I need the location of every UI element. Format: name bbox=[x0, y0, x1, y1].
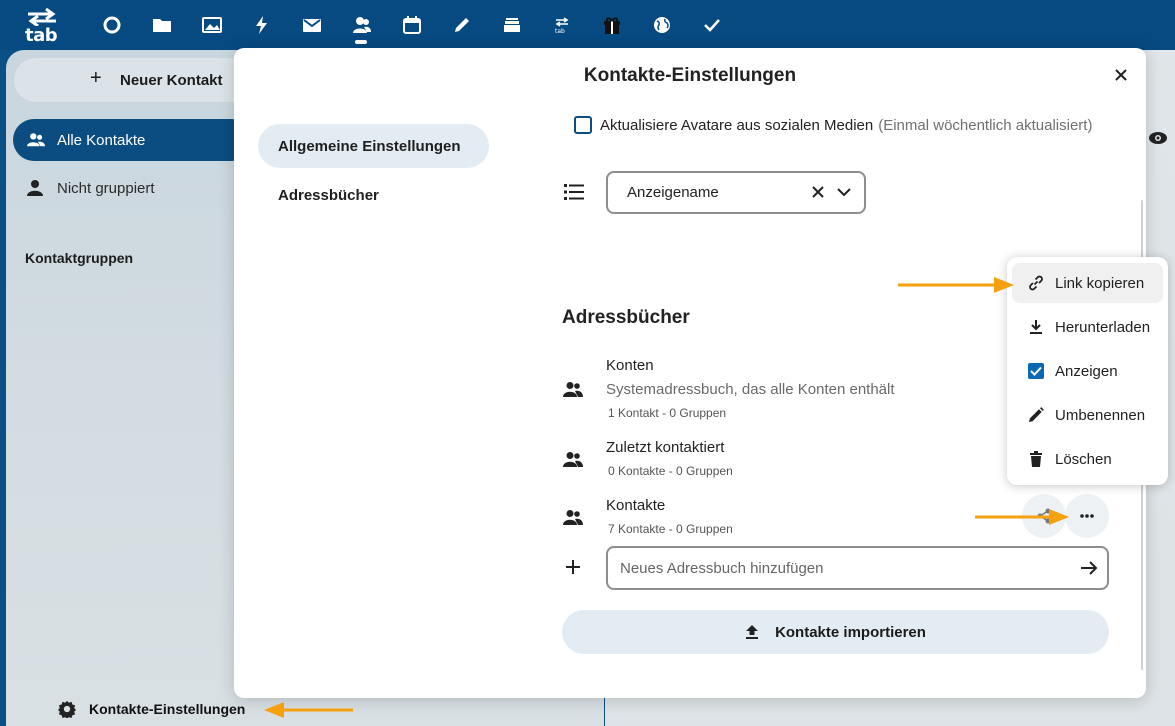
globe-icon[interactable] bbox=[650, 13, 674, 37]
files-icon[interactable] bbox=[150, 13, 174, 37]
list-sort-icon bbox=[564, 184, 584, 200]
contacts-settings-button[interactable]: Kontakte-Einstellungen bbox=[58, 700, 245, 718]
addressbook-actions-button[interactable] bbox=[1065, 494, 1109, 538]
new-contact-label: Neuer Kontakt bbox=[120, 71, 223, 89]
plus-icon bbox=[566, 560, 580, 574]
addressbook-actions-menu: Link kopieren Herunterladen Anzeigen Umb… bbox=[1007, 257, 1168, 485]
menu-item-label: Umbenennen bbox=[1055, 406, 1146, 424]
clear-icon[interactable] bbox=[810, 184, 826, 200]
tasks-icon[interactable] bbox=[700, 13, 724, 37]
trash-icon bbox=[1030, 451, 1042, 467]
menu-item-label: Löschen bbox=[1055, 450, 1112, 468]
nav-label: Adressbücher bbox=[278, 186, 379, 204]
deck-icon[interactable] bbox=[500, 13, 524, 37]
chevron-down-icon[interactable] bbox=[836, 184, 852, 200]
nav-general-settings[interactable]: Allgemeine Einstellungen bbox=[258, 124, 489, 168]
addressbook-description: Systemadressbuch, das alle Konten enthäl… bbox=[606, 381, 895, 398]
dashboard-icon[interactable] bbox=[100, 13, 124, 37]
menu-item-download[interactable]: Herunterladen bbox=[1012, 307, 1163, 347]
logo[interactable]: tab bbox=[22, 8, 62, 46]
sidebar-item-ungrouped[interactable]: Nicht gruppiert bbox=[57, 180, 155, 197]
eye-icon[interactable] bbox=[1148, 128, 1168, 148]
menu-item-show[interactable]: Anzeigen bbox=[1012, 351, 1163, 391]
gift-icon[interactable] bbox=[600, 13, 624, 37]
avatar-update-hint: (Einmal wöchentlich aktualisiert) bbox=[878, 116, 1093, 134]
link-icon bbox=[1029, 275, 1043, 291]
download-icon bbox=[1030, 320, 1042, 334]
nav-addressbooks[interactable]: Adressbücher bbox=[258, 173, 489, 217]
gear-icon bbox=[58, 700, 76, 718]
checkbox-checked-icon[interactable] bbox=[1027, 362, 1045, 380]
menu-item-label: Link kopieren bbox=[1055, 274, 1145, 292]
import-contacts-button[interactable]: Kontakte importieren bbox=[562, 610, 1109, 654]
dialog-title: Kontakte-Einstellungen bbox=[583, 65, 797, 86]
menu-item-rename[interactable]: Umbenennen bbox=[1012, 395, 1163, 435]
sort-order-value: Anzeigename bbox=[627, 184, 719, 201]
import-contacts-label: Kontakte importieren bbox=[775, 623, 926, 641]
photos-icon[interactable] bbox=[200, 13, 224, 37]
active-app-indicator bbox=[355, 40, 367, 44]
activity-icon[interactable] bbox=[250, 13, 274, 37]
addressbook-meta: 0 Kontakte - 0 Gruppen bbox=[608, 464, 733, 478]
close-icon[interactable] bbox=[1110, 64, 1132, 86]
menu-item-label: Anzeigen bbox=[1055, 362, 1118, 380]
contacts-settings-label: Kontakte-Einstellungen bbox=[89, 701, 246, 717]
person-icon bbox=[27, 180, 43, 196]
logo-arrows-icon bbox=[28, 8, 56, 26]
menu-item-delete[interactable]: Löschen bbox=[1012, 439, 1163, 479]
tab-icon[interactable]: tab bbox=[550, 13, 574, 37]
contacts-group-icon bbox=[563, 382, 583, 397]
addressbook-name: Kontakte bbox=[606, 497, 666, 514]
avatar-update-checkbox[interactable] bbox=[574, 116, 592, 134]
notes-icon[interactable] bbox=[450, 13, 474, 37]
contacts-group-icon bbox=[27, 133, 45, 147]
avatar-update-checkbox-row[interactable]: Aktualisiere Avatare aus sozialen Medien… bbox=[574, 116, 1092, 134]
addressbook-meta: 1 Kontakt - 0 Gruppen bbox=[608, 406, 727, 420]
menu-item-label: Herunterladen bbox=[1055, 318, 1151, 336]
sidebar-item-all-contacts[interactable]: Alle Kontakte bbox=[13, 119, 253, 161]
arrow-right-icon[interactable] bbox=[1080, 559, 1098, 577]
logo-text: tab bbox=[25, 25, 58, 46]
avatar-update-label: Aktualisiere Avatare aus sozialen Medien bbox=[600, 116, 874, 134]
contacts-group-icon bbox=[563, 510, 583, 525]
contact-groups-heading: Kontaktgruppen bbox=[25, 250, 134, 266]
top-bar: tab tab bbox=[0, 0, 1175, 50]
addressbook-name: Zuletzt kontaktiert bbox=[606, 439, 725, 456]
menu-item-copy-link[interactable]: Link kopieren bbox=[1012, 263, 1163, 303]
more-horizontal-icon bbox=[1080, 514, 1094, 518]
annotation-arrow bbox=[898, 277, 1014, 293]
nav-label: Allgemeine Einstellungen bbox=[278, 137, 461, 155]
sidebar-item-label: Alle Kontakte bbox=[57, 131, 146, 149]
new-addressbook-input[interactable] bbox=[606, 546, 1109, 590]
new-contact-button[interactable]: + Neuer Kontakt bbox=[14, 58, 264, 102]
contacts-icon[interactable] bbox=[350, 13, 374, 37]
pencil-icon bbox=[1029, 407, 1044, 422]
annotation-arrow bbox=[975, 509, 1069, 525]
plus-icon: + bbox=[90, 67, 102, 89]
annotation-arrow bbox=[264, 702, 353, 718]
svg-text:tab: tab bbox=[555, 28, 565, 35]
calendar-icon[interactable] bbox=[400, 13, 424, 37]
addressbook-meta: 7 Kontakte - 0 Gruppen bbox=[608, 522, 733, 536]
addressbooks-heading: Adressbücher bbox=[562, 307, 690, 328]
sort-order-select[interactable]: Anzeigename bbox=[606, 171, 866, 214]
contacts-group-icon bbox=[563, 452, 583, 467]
addressbook-name: Konten bbox=[606, 357, 654, 374]
mail-icon[interactable] bbox=[300, 13, 324, 37]
upload-icon bbox=[746, 625, 759, 639]
